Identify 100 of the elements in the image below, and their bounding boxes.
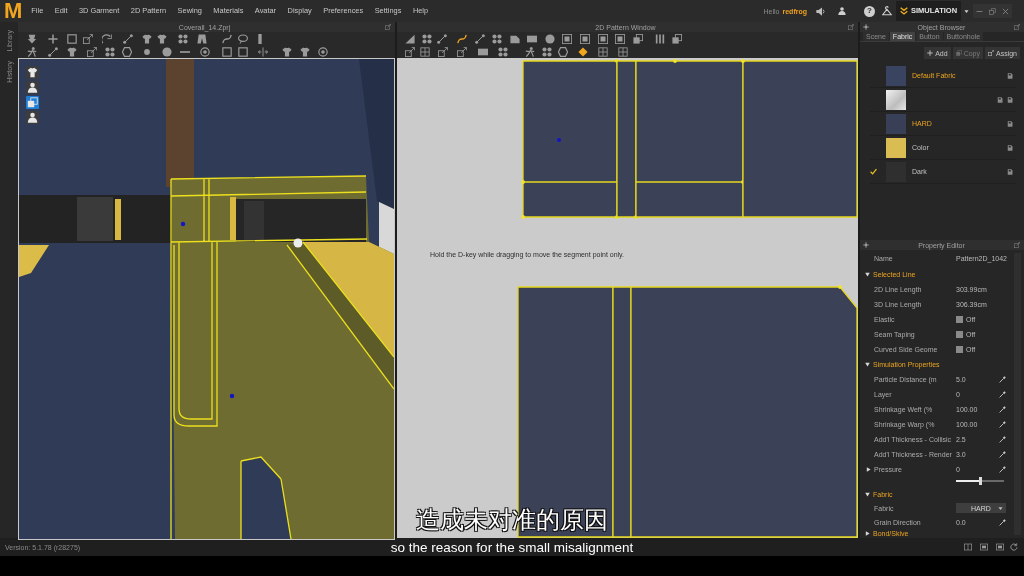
plus-icon[interactable] xyxy=(48,33,58,44)
curve-icon[interactable] xyxy=(457,33,467,44)
hanger-icon[interactable] xyxy=(882,6,892,16)
undock-icon[interactable] xyxy=(1014,24,1020,30)
trapezoid-icon[interactable] xyxy=(510,33,520,44)
collapsed-triangle-icon[interactable] xyxy=(866,467,871,472)
dots-icon[interactable] xyxy=(178,33,188,44)
framed-square-icon[interactable] xyxy=(562,33,572,44)
shirt-icon[interactable] xyxy=(67,46,77,57)
layers-icon[interactable] xyxy=(26,96,39,109)
square-icon[interactable] xyxy=(238,46,248,57)
speaker-icon[interactable] xyxy=(816,6,825,16)
framed-square-icon[interactable] xyxy=(580,33,590,44)
person-icon[interactable] xyxy=(26,111,39,124)
split-view-icon[interactable] xyxy=(964,543,972,551)
pattern-piece[interactable] xyxy=(630,285,858,538)
line-segment-icon[interactable] xyxy=(437,33,447,44)
line-segment-icon[interactable] xyxy=(475,33,485,44)
tag-icon[interactable] xyxy=(1007,144,1013,151)
pattern-piece[interactable] xyxy=(741,59,858,218)
close-button[interactable] xyxy=(999,4,1013,18)
triangle-icon[interactable] xyxy=(405,33,415,44)
square-icon[interactable] xyxy=(222,46,232,57)
crosshair-icon[interactable] xyxy=(863,242,869,248)
rectangle-icon[interactable] xyxy=(527,33,537,44)
user-icon[interactable] xyxy=(838,7,846,15)
dot-icon[interactable] xyxy=(142,46,152,57)
circle-icon[interactable] xyxy=(162,46,172,57)
undock-icon[interactable] xyxy=(1014,242,1020,248)
grid-icon[interactable] xyxy=(618,46,628,57)
layers-icon[interactable] xyxy=(633,33,643,44)
tag-icon[interactable] xyxy=(1007,96,1013,103)
checkbox[interactable] xyxy=(956,316,963,323)
figure-icon[interactable] xyxy=(525,46,535,57)
pipette-icon[interactable] xyxy=(999,466,1006,473)
curve-icon[interactable] xyxy=(222,33,232,44)
grid-icon[interactable] xyxy=(420,46,430,57)
square-icon[interactable] xyxy=(67,33,77,44)
ring-icon[interactable] xyxy=(318,46,328,57)
framed-square-icon[interactable] xyxy=(615,33,625,44)
circle-icon[interactable] xyxy=(545,33,555,44)
minimize-button[interactable] xyxy=(973,4,987,18)
pipette-icon[interactable] xyxy=(999,391,1006,398)
undock-icon[interactable] xyxy=(848,24,854,30)
dots-icon[interactable] xyxy=(498,46,508,57)
collapsed-triangle-icon[interactable] xyxy=(865,531,870,536)
expanded-triangle-icon[interactable] xyxy=(865,362,870,367)
line-segment-icon[interactable] xyxy=(123,33,133,44)
window-icon[interactable] xyxy=(996,543,1004,551)
diamond-icon[interactable] xyxy=(578,46,588,57)
slider-thumb[interactable] xyxy=(979,477,982,485)
dots-icon[interactable] xyxy=(422,33,432,44)
split-arrows-icon[interactable] xyxy=(258,46,268,57)
dots-icon[interactable] xyxy=(542,46,552,57)
pattern-piece[interactable] xyxy=(635,59,745,218)
pipette-icon[interactable] xyxy=(999,436,1006,443)
tag-icon[interactable] xyxy=(1007,168,1013,175)
shirt-icon[interactable] xyxy=(282,46,292,57)
layers-icon[interactable] xyxy=(672,33,682,44)
pattern-piece[interactable] xyxy=(616,60,638,219)
framed-square-icon[interactable] xyxy=(598,33,608,44)
hexagon-icon[interactable] xyxy=(558,46,568,57)
help-button[interactable]: ? xyxy=(864,5,875,17)
pipette-icon[interactable] xyxy=(999,451,1006,458)
figure-icon[interactable] xyxy=(27,46,37,57)
shirt-icon[interactable] xyxy=(157,33,167,44)
window-icon[interactable] xyxy=(980,543,988,551)
crosshair-icon[interactable] xyxy=(863,24,869,30)
line-segment-icon[interactable] xyxy=(48,46,58,57)
expanded-triangle-icon[interactable] xyxy=(865,491,870,497)
expanded-triangle-icon[interactable] xyxy=(865,272,870,277)
tag-icon[interactable] xyxy=(1007,120,1013,127)
pipette-icon[interactable] xyxy=(999,518,1006,526)
curved-arrow-icon[interactable] xyxy=(102,33,112,44)
rectangle-icon[interactable] xyxy=(478,46,488,57)
tag-icon[interactable] xyxy=(997,96,1003,103)
shirt-icon[interactable] xyxy=(300,46,310,57)
ring-icon[interactable] xyxy=(200,46,210,57)
person-icon[interactable] xyxy=(26,81,39,94)
shirt-icon[interactable] xyxy=(142,33,152,44)
dots-icon[interactable] xyxy=(105,46,115,57)
checkbox[interactable] xyxy=(956,346,963,353)
pattern-piece[interactable] xyxy=(612,286,632,538)
bars-icon[interactable] xyxy=(655,33,665,44)
undock-icon[interactable] xyxy=(385,24,391,30)
bar-icon[interactable] xyxy=(255,33,265,44)
grid-icon[interactable] xyxy=(598,46,608,57)
down-arrow-icon[interactable] xyxy=(27,33,37,44)
shirt-icon[interactable] xyxy=(26,66,39,79)
tag-icon[interactable] xyxy=(1007,72,1013,79)
pipette-icon[interactable] xyxy=(999,376,1006,383)
checkbox[interactable] xyxy=(956,331,963,338)
loop-icon[interactable] xyxy=(238,33,248,44)
pipette-icon[interactable] xyxy=(999,421,1006,428)
pattern-piece[interactable] xyxy=(521,59,619,219)
caret-icon[interactable] xyxy=(964,8,970,14)
hexagon-icon[interactable] xyxy=(122,46,132,57)
dots-icon[interactable] xyxy=(492,33,502,44)
pipette-icon[interactable] xyxy=(999,406,1006,413)
refresh-icon[interactable] xyxy=(1010,543,1018,551)
